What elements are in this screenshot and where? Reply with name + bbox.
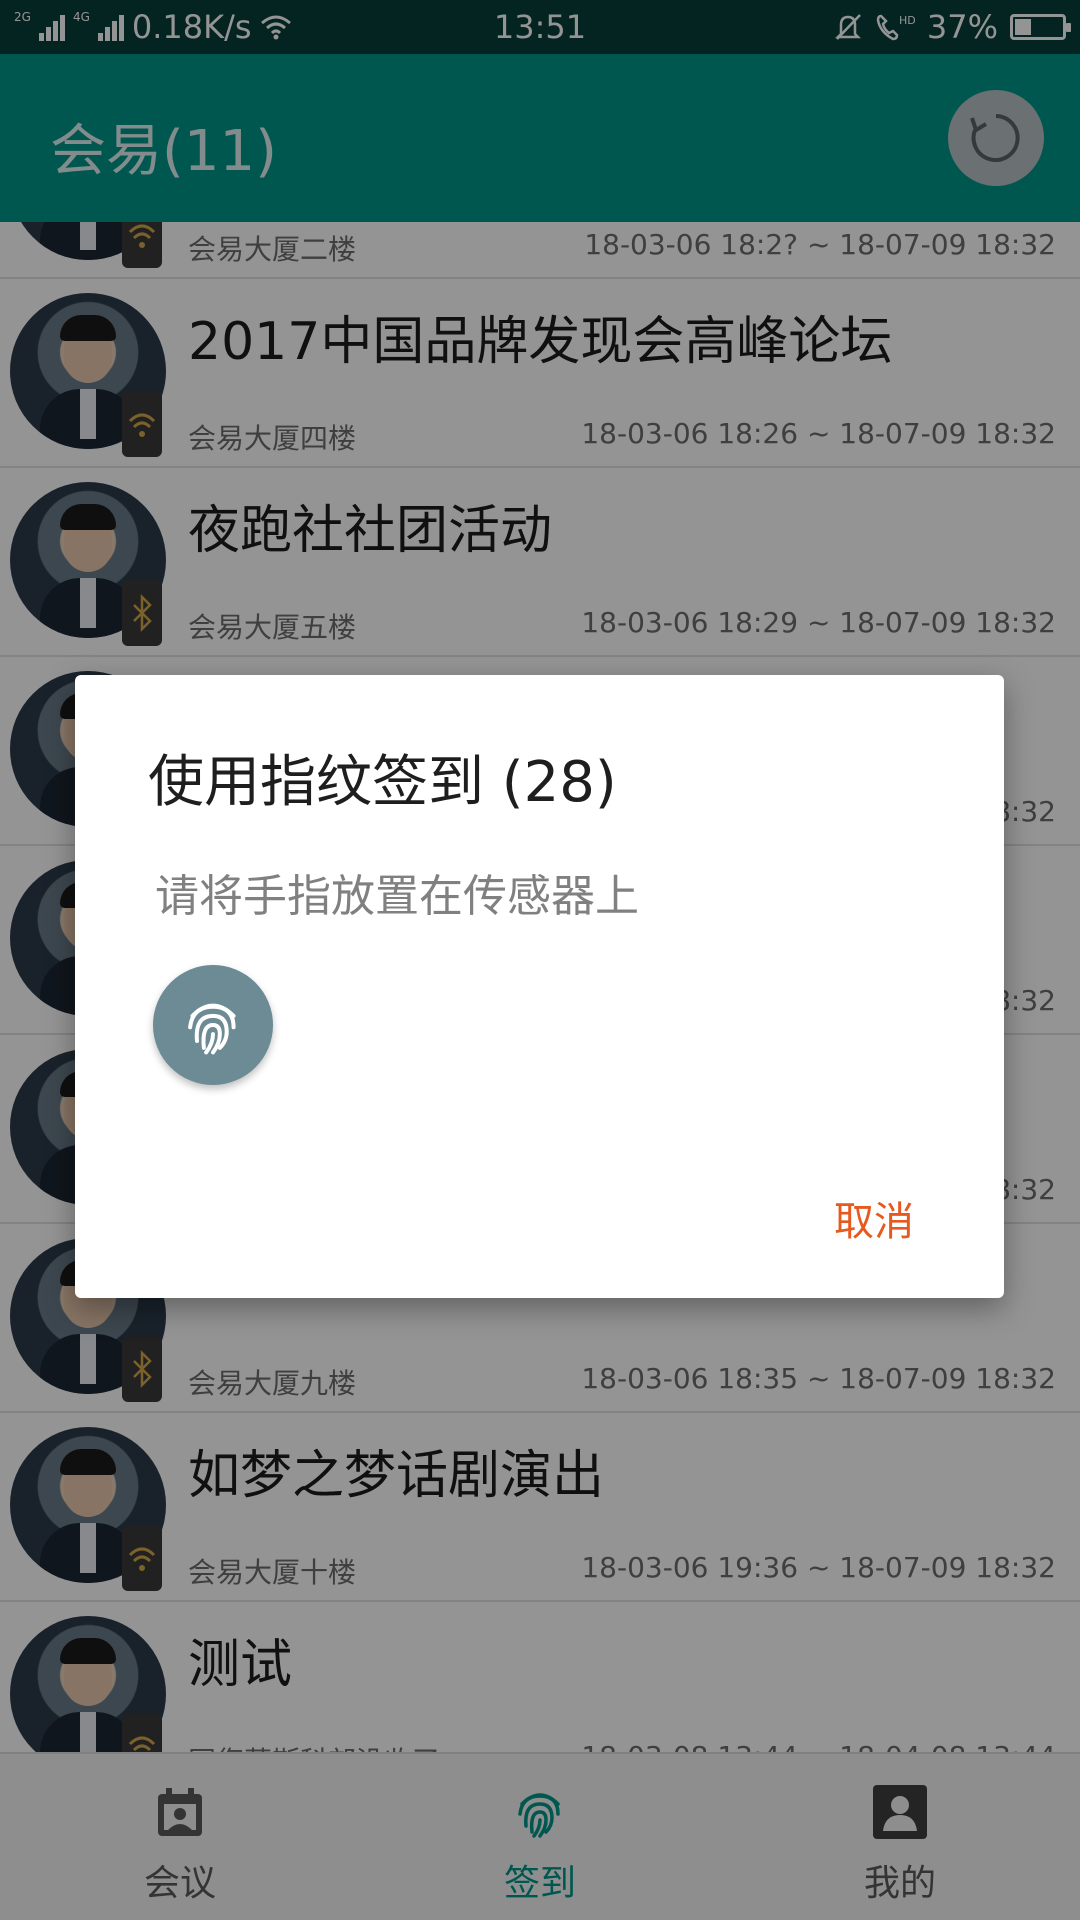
dialog-message: 请将手指放置在传感器上 xyxy=(155,871,639,922)
dialog-title: 使用指纹签到 (28) xyxy=(148,750,617,815)
fingerprint-dialog: 使用指纹签到 (28) 请将手指放置在传感器上 取消 xyxy=(75,675,1004,1298)
cancel-button[interactable]: 取消 xyxy=(834,1189,914,1247)
fingerprint-icon xyxy=(188,1003,236,1055)
fingerprint-badge xyxy=(153,965,273,1085)
